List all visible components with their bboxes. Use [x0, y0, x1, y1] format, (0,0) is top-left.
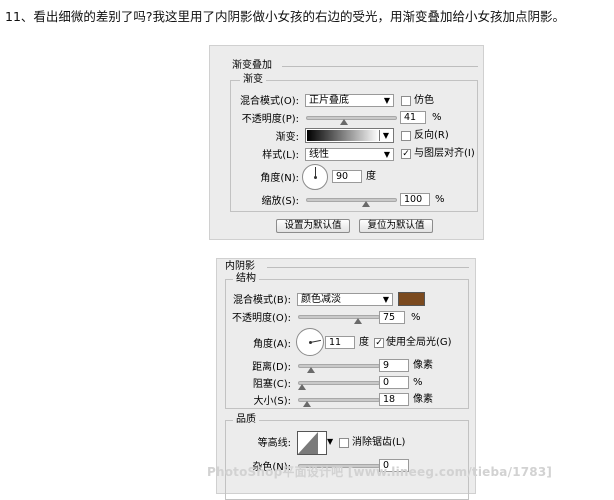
opacity-label: 不透明度(O):: [231, 313, 291, 324]
opacity-slider[interactable]: [306, 116, 397, 120]
anti-aliased-label: 消除锯齿(L): [352, 437, 406, 448]
distance-slider-thumb[interactable]: [307, 367, 315, 373]
align-with-layer-label: 与图层对齐(I): [414, 148, 475, 159]
choke-unit: %: [413, 377, 423, 388]
gradient-label: 渐变:: [275, 132, 299, 143]
dither-label: 仿色: [414, 95, 434, 106]
choke-slider-thumb[interactable]: [298, 384, 306, 390]
style-value: 线性: [309, 149, 329, 160]
angle-needle: [310, 339, 321, 343]
angle-input[interactable]: 11: [325, 336, 355, 349]
gradient-group-title: 渐变: [240, 74, 266, 86]
opacity-label: 不透明度(P):: [241, 114, 299, 125]
shadow-color-swatch[interactable]: [398, 292, 425, 306]
angle-input[interactable]: 90: [332, 170, 362, 183]
title-divider: [267, 267, 469, 268]
contour-label: 等高线:: [257, 438, 291, 449]
dither-checkbox[interactable]: [401, 96, 411, 106]
reverse-checkbox[interactable]: [401, 131, 411, 141]
angle-label: 角度(N):: [260, 173, 299, 184]
opacity-slider[interactable]: [298, 315, 380, 319]
scale-label: 缩放(S):: [261, 196, 299, 207]
blend-mode-label: 混合模式(B):: [232, 295, 291, 306]
align-with-layer-checkbox[interactable]: ✓: [401, 149, 411, 159]
angle-unit: 度: [366, 171, 376, 182]
quality-group-title: 品质: [233, 414, 259, 426]
blend-mode-label: 混合模式(O):: [239, 96, 299, 107]
style-select[interactable]: 线性 ▼: [305, 148, 394, 161]
title-divider: [282, 66, 478, 67]
gradient-picker[interactable]: ▼: [305, 128, 394, 143]
choke-slider[interactable]: [298, 381, 380, 385]
reverse-label: 反向(R): [414, 130, 449, 141]
opacity-unit: %: [432, 112, 442, 123]
chevron-down-icon: ▼: [383, 150, 390, 159]
use-global-light-checkbox[interactable]: ✓: [374, 338, 384, 348]
opacity-input[interactable]: 75: [379, 311, 405, 324]
scale-slider[interactable]: [306, 198, 397, 202]
instruction-caption: 11、看出细微的差别了吗?我这里用了内阴影做小女孩的右边的受光，用渐变叠加给小女…: [5, 9, 566, 24]
scale-unit: %: [435, 194, 445, 205]
quality-group: [225, 420, 469, 500]
panel-title: 渐变叠加: [232, 60, 272, 71]
chevron-down-icon: ▼: [382, 295, 389, 304]
scale-slider-thumb[interactable]: [361, 201, 370, 207]
make-default-button[interactable]: 设置为默认值: [276, 219, 350, 233]
chevron-down-icon[interactable]: ▼: [379, 130, 392, 141]
angle-unit: 度: [359, 337, 369, 348]
choke-input[interactable]: 0: [379, 376, 409, 389]
gradient-overlay-panel: 渐变叠加 渐变 混合模式(O): 正片叠底 ▼ 仿色 不透明度(P): 41 %…: [209, 45, 484, 240]
opacity-slider-thumb[interactable]: [353, 318, 362, 324]
blend-mode-value: 颜色减淡: [301, 294, 341, 305]
angle-center-dot: [313, 175, 317, 179]
blend-mode-value: 正片叠底: [309, 95, 349, 106]
size-label: 大小(S):: [253, 396, 291, 407]
opacity-unit: %: [411, 312, 421, 323]
opacity-input[interactable]: 41: [400, 111, 426, 124]
size-unit: 像素: [413, 394, 433, 405]
use-global-light-label: 使用全局光(G): [386, 337, 452, 348]
anti-aliased-checkbox[interactable]: [339, 438, 349, 448]
chevron-down-icon: ▼: [383, 96, 390, 105]
size-input[interactable]: 18: [379, 393, 409, 406]
reset-to-default-button[interactable]: 复位为默认值: [359, 219, 433, 233]
scale-input[interactable]: 100: [400, 193, 430, 206]
contour-preview: [298, 432, 318, 454]
style-label: 样式(L):: [262, 150, 299, 161]
distance-label: 距离(D):: [252, 362, 291, 373]
angle-label: 角度(A):: [252, 339, 291, 350]
watermark: PhotoShop平面设计吧 [www.lineeg.com/tieba/178…: [207, 465, 553, 479]
inner-shadow-panel: 内阴影 结构 混合模式(B): 颜色减淡 ▼ 不透明度(O): 75 % 角度(…: [216, 258, 476, 500]
choke-label: 阻塞(C):: [252, 379, 291, 390]
angle-dial[interactable]: [296, 328, 324, 356]
structure-group-title: 结构: [233, 273, 259, 285]
blend-mode-select[interactable]: 正片叠底 ▼: [305, 94, 394, 107]
contour-picker[interactable]: [297, 431, 327, 455]
panel-title: 内阴影: [225, 261, 255, 272]
opacity-slider-thumb[interactable]: [340, 119, 349, 125]
distance-unit: 像素: [413, 360, 433, 371]
size-slider-thumb[interactable]: [303, 401, 312, 407]
gradient-preview: [307, 130, 379, 141]
distance-input[interactable]: 9: [379, 359, 409, 372]
blend-mode-select[interactable]: 颜色减淡 ▼: [297, 293, 393, 306]
angle-dial[interactable]: [302, 164, 328, 190]
angle-center-dot: [308, 340, 312, 344]
chevron-down-icon[interactable]: ▼: [327, 437, 333, 446]
